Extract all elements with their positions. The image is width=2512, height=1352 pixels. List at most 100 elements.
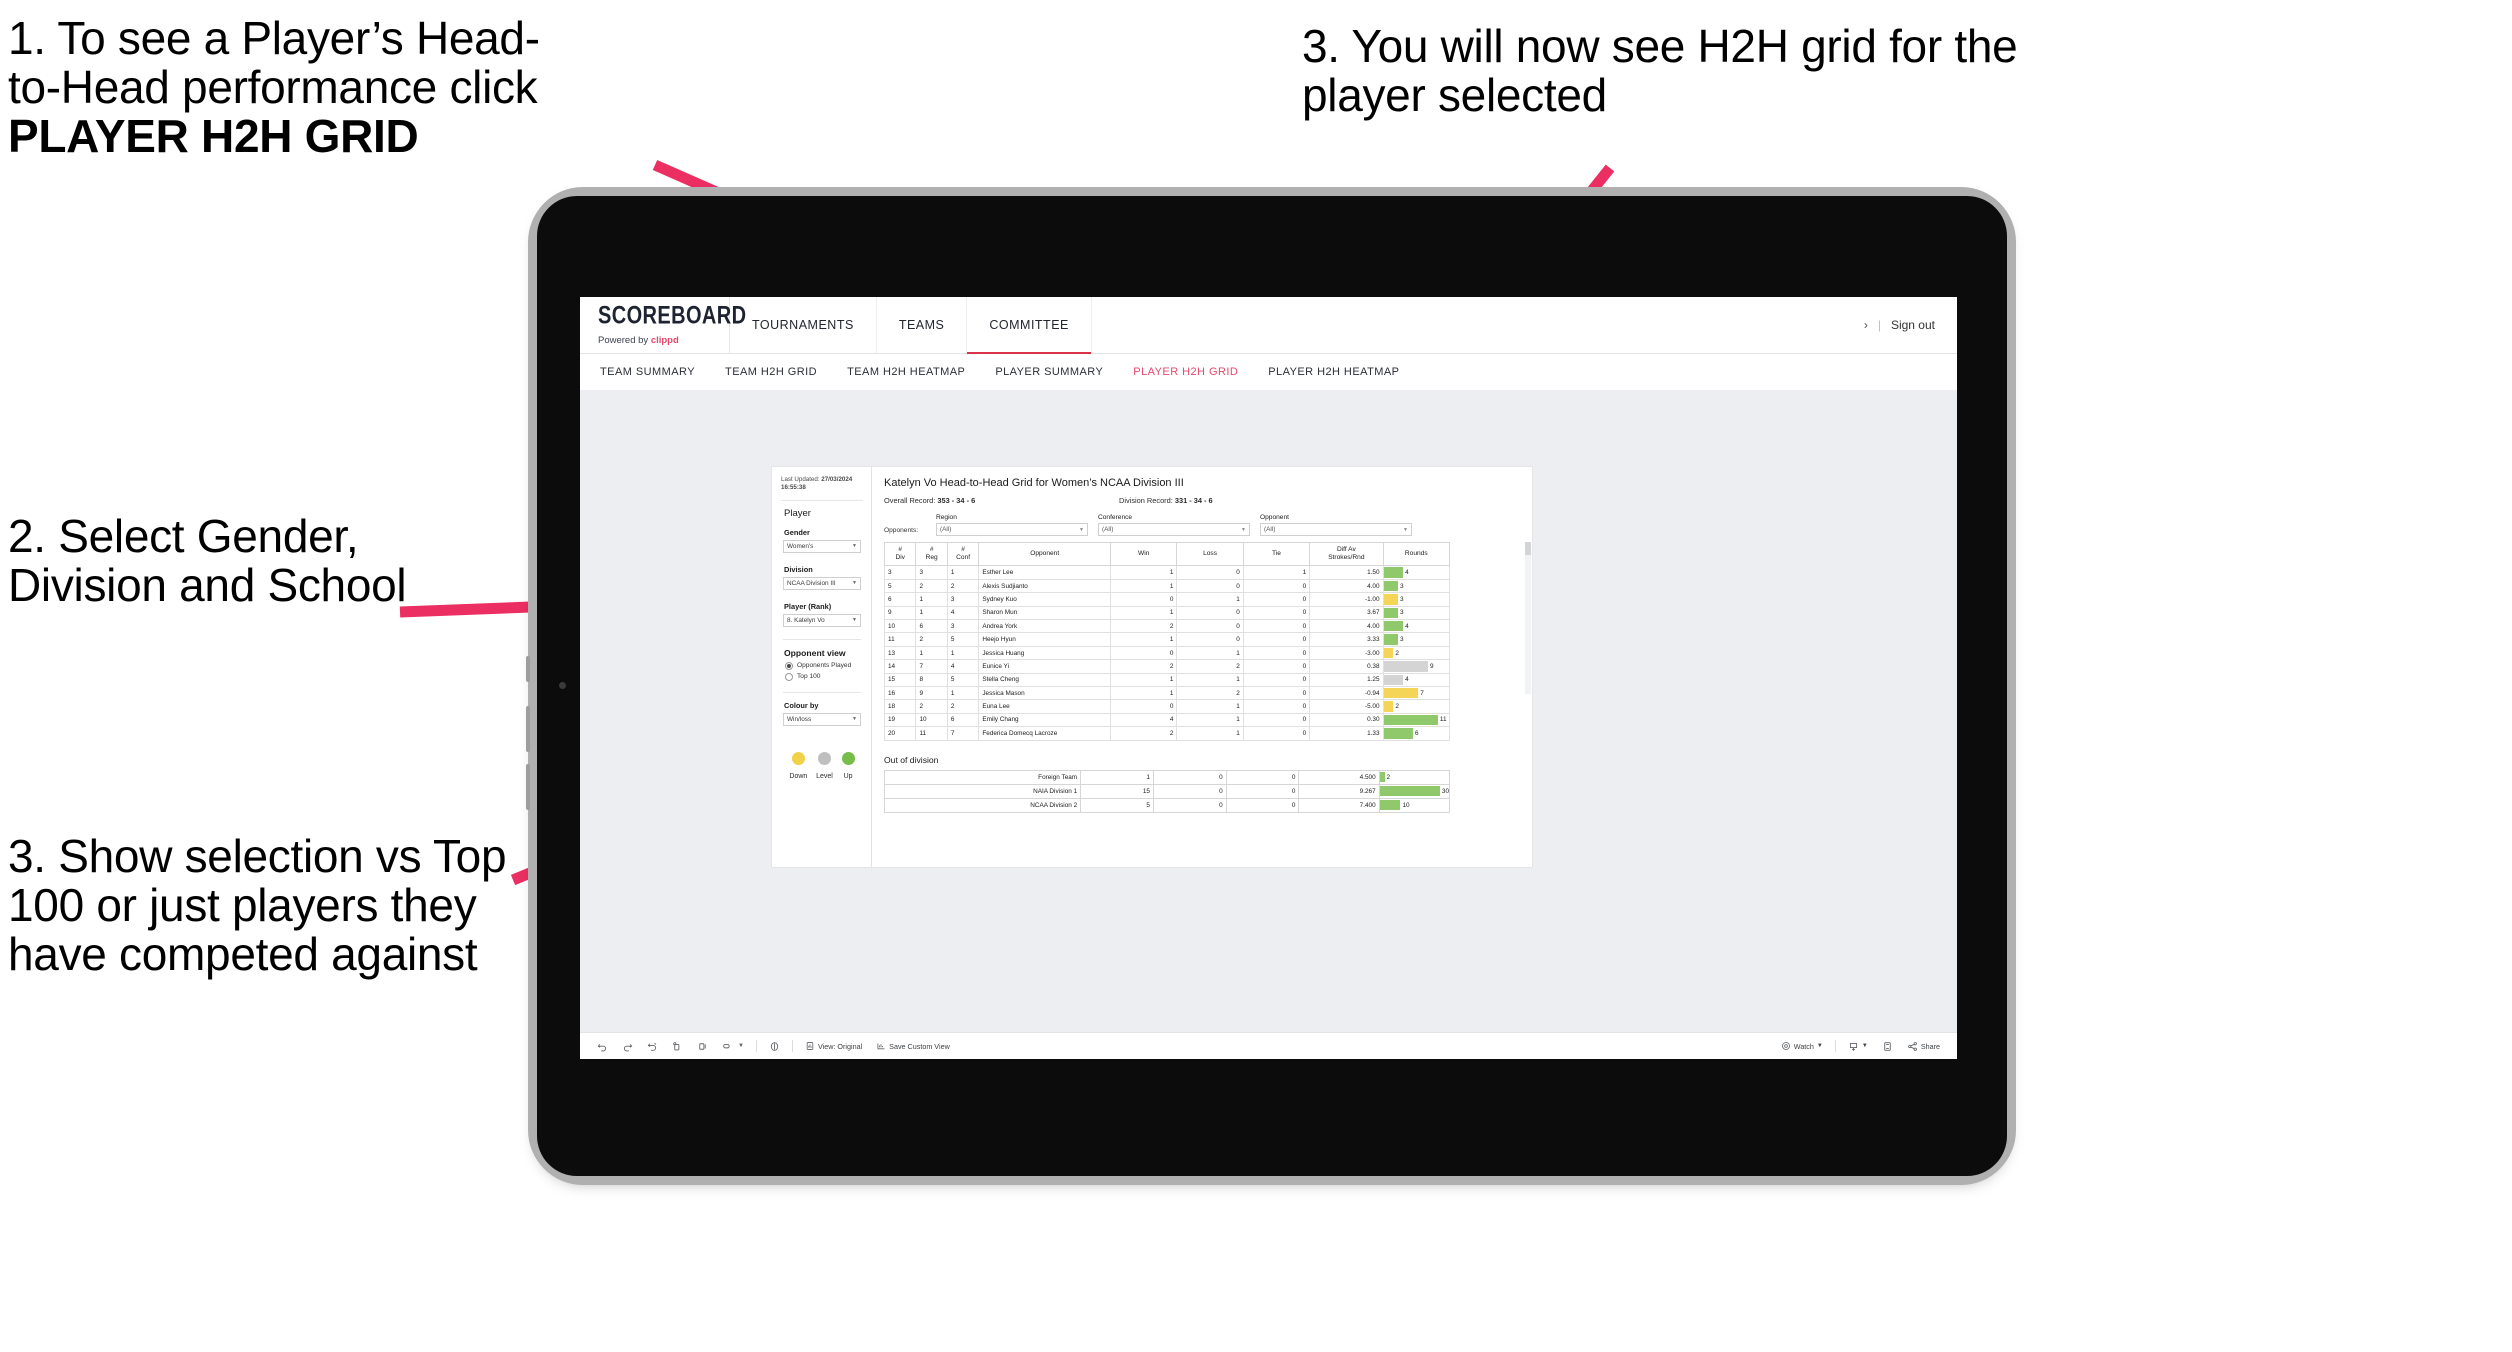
player-rank-select[interactable]: 8. Katelyn Vo ▼ [783,613,861,627]
filter-divider [783,638,861,640]
cell-diff: -3.00 [1309,645,1384,661]
table-row[interactable]: 14 7 4 Eunice Yi 2 2 0 0.38 9 [883,659,1451,674]
watch-button[interactable]: Watch ▼ [1774,1041,1830,1051]
rounds-bar [1383,687,1419,699]
conference-select[interactable]: (All) ▼ [1098,523,1250,536]
tab-player-summary[interactable]: PLAYER SUMMARY [995,366,1103,378]
table-row[interactable]: 11 2 5 Heejo Hyun 1 0 0 3.33 3 [883,632,1451,647]
save-custom-view-button[interactable]: Save Custom View [869,1041,957,1051]
table-row[interactable]: 3 3 1 Esther Lee 1 0 1 1.50 4 [883,565,1451,580]
out-of-division-row[interactable]: NAIA Division 1 15 0 0 9.267 30 [883,783,1451,799]
table-row[interactable]: 20 11 7 Federica Domecq Lacroze 2 1 0 1.33 6 [883,726,1451,741]
download-button[interactable]: ▼ [1841,1041,1875,1052]
tab-team-h2h-heatmap[interactable]: TEAM H2H HEATMAP [847,366,965,378]
division-value: NCAA Division III [787,579,836,587]
cell-reg: 11 [915,726,948,741]
col-reg[interactable]: # Reg [915,541,948,567]
share-button[interactable]: Share [1900,1041,1947,1052]
table-row[interactable]: 10 6 3 Andrea York 2 0 0 4.00 4 [883,619,1451,634]
nav-item-tournaments[interactable]: TOURNAMENTS [730,297,877,353]
cell-diff: 1.33 [1309,726,1384,741]
table-scrollbar-thumb[interactable] [1525,542,1531,555]
table-row[interactable]: 19 10 6 Emily Chang 4 1 0 0.30 11 [883,712,1451,728]
cell-div: 13 [883,645,917,661]
division-record-label: Division Record: [1119,496,1175,505]
pause-auto-update-button[interactable] [762,1041,787,1052]
view-original-button[interactable]: View: Original [798,1041,869,1051]
h2h-table-head: # Div # Reg # Conf Opponent Win Loss Tie Di… [883,541,1451,567]
gender-select[interactable]: Women's ▼ [783,539,861,553]
gender-value: Women's [787,542,814,550]
cell-loss: 1 [1176,672,1244,687]
revert-button[interactable] [640,1041,665,1052]
table-scrollbar-track[interactable] [1525,542,1531,694]
table-row[interactable]: 6 1 3 Sydney Kuo 0 1 0 -1.00 3 [883,592,1451,607]
cell-tie: 0 [1242,712,1311,728]
col-rounds[interactable]: Rounds [1382,541,1451,567]
opponent-select[interactable]: (All) ▼ [1260,523,1412,536]
cell-div: 16 [883,685,917,701]
cell-tie: 0 [1242,726,1311,741]
cell-opponent: Euna Lee [978,699,1111,714]
radio-opponents-played[interactable]: Opponents Played [785,661,863,670]
rounds-value: 4 [1405,622,1409,630]
cell-rounds: 3 [1382,592,1451,607]
col-div-top: # [898,546,903,553]
region-select[interactable]: (All) ▼ [936,523,1088,536]
tab-player-h2h-grid[interactable]: PLAYER H2H GRID [1133,366,1238,378]
device-preview-button[interactable]: ▼ [715,1041,751,1052]
cell-diff: 3.67 [1309,605,1384,621]
cell-div: 15 [883,672,917,687]
secondary-nav: TEAM SUMMARY TEAM H2H GRID TEAM H2H HEAT… [580,354,1957,391]
tab-team-h2h-grid[interactable]: TEAM H2H GRID [725,366,817,378]
refresh-data-button[interactable] [665,1041,690,1052]
col-diff-av-strokes[interactable]: Diff Av Strokes/Rnd [1309,541,1384,567]
chevron-right-icon[interactable]: › [1864,318,1868,332]
colour-by-select[interactable]: Win/loss ▼ [783,712,861,726]
cell-opponent: Heejo Hyun [978,632,1111,647]
out-of-division-row[interactable]: Foreign Team 1 0 0 4.500 2 [883,769,1451,785]
col-opponent[interactable]: Opponent [978,541,1111,567]
col-conf[interactable]: # Conf [946,541,980,567]
cell-rounds: 3 [1382,632,1451,647]
redo-button[interactable] [615,1041,640,1052]
opponent-view-label: Opponent view [784,647,846,658]
sign-out-link[interactable]: Sign out [1891,318,1935,332]
table-row[interactable]: 16 9 1 Jessica Mason 1 2 0 -0.94 7 [883,685,1451,701]
device-button-volume-down [526,764,530,810]
cell-rounds: 10 [1378,797,1451,813]
tab-team-summary[interactable]: TEAM SUMMARY [600,366,695,378]
app-logo[interactable]: SCOREBOARD Powered by clippd [580,297,746,353]
gender-label: Gender [784,527,810,537]
player-rank-value: 8. Katelyn Vo [787,616,825,624]
col-div[interactable]: # Div [883,541,917,567]
nav-item-committee[interactable]: COMMITTEE [967,297,1092,354]
table-row[interactable]: 13 1 1 Jessica Huang 0 1 0 -3.00 2 [883,645,1451,661]
cell-win: 0 [1109,645,1178,661]
cell-tie: 0 [1242,659,1311,674]
out-of-division-row[interactable]: NCAA Division 2 5 0 0 7.400 10 [883,797,1451,813]
cell-win: 1 [1109,685,1178,701]
col-tie[interactable]: Tie [1242,541,1311,567]
col-win[interactable]: Win [1109,541,1178,567]
table-row[interactable]: 18 2 2 Euna Lee 0 1 0 -5.00 2 [883,699,1451,714]
table-row[interactable]: 15 8 5 Stella Cheng 1 1 0 1.25 4 [883,672,1451,687]
nav-item-teams[interactable]: TEAMS [877,297,968,353]
rounds-value: 4 [1405,569,1409,577]
cell-div: 14 [883,659,917,674]
pause-updates-button[interactable] [690,1041,715,1052]
rounds-value: 4 [1405,676,1409,684]
rounds-value: 3 [1399,609,1404,617]
radio-top-100[interactable]: Top 100 [785,672,863,681]
tab-player-h2h-heatmap[interactable]: PLAYER H2H HEATMAP [1268,366,1399,378]
cell-win: 1 [1109,672,1178,687]
rounds-value: 6 [1415,729,1419,737]
table-row[interactable]: 5 2 2 Alexis Sudjianto 1 0 0 4.00 3 [883,578,1451,594]
col-loss[interactable]: Loss [1176,541,1244,567]
cell-diff: 1.50 [1309,565,1384,580]
division-select[interactable]: NCAA Division III ▼ [783,576,861,590]
table-row[interactable]: 9 1 4 Sharon Mun 1 0 0 3.67 3 [883,605,1451,621]
cell-conf: 4 [946,605,980,621]
undo-button[interactable] [590,1041,615,1052]
fullscreen-button[interactable] [1875,1041,1900,1052]
